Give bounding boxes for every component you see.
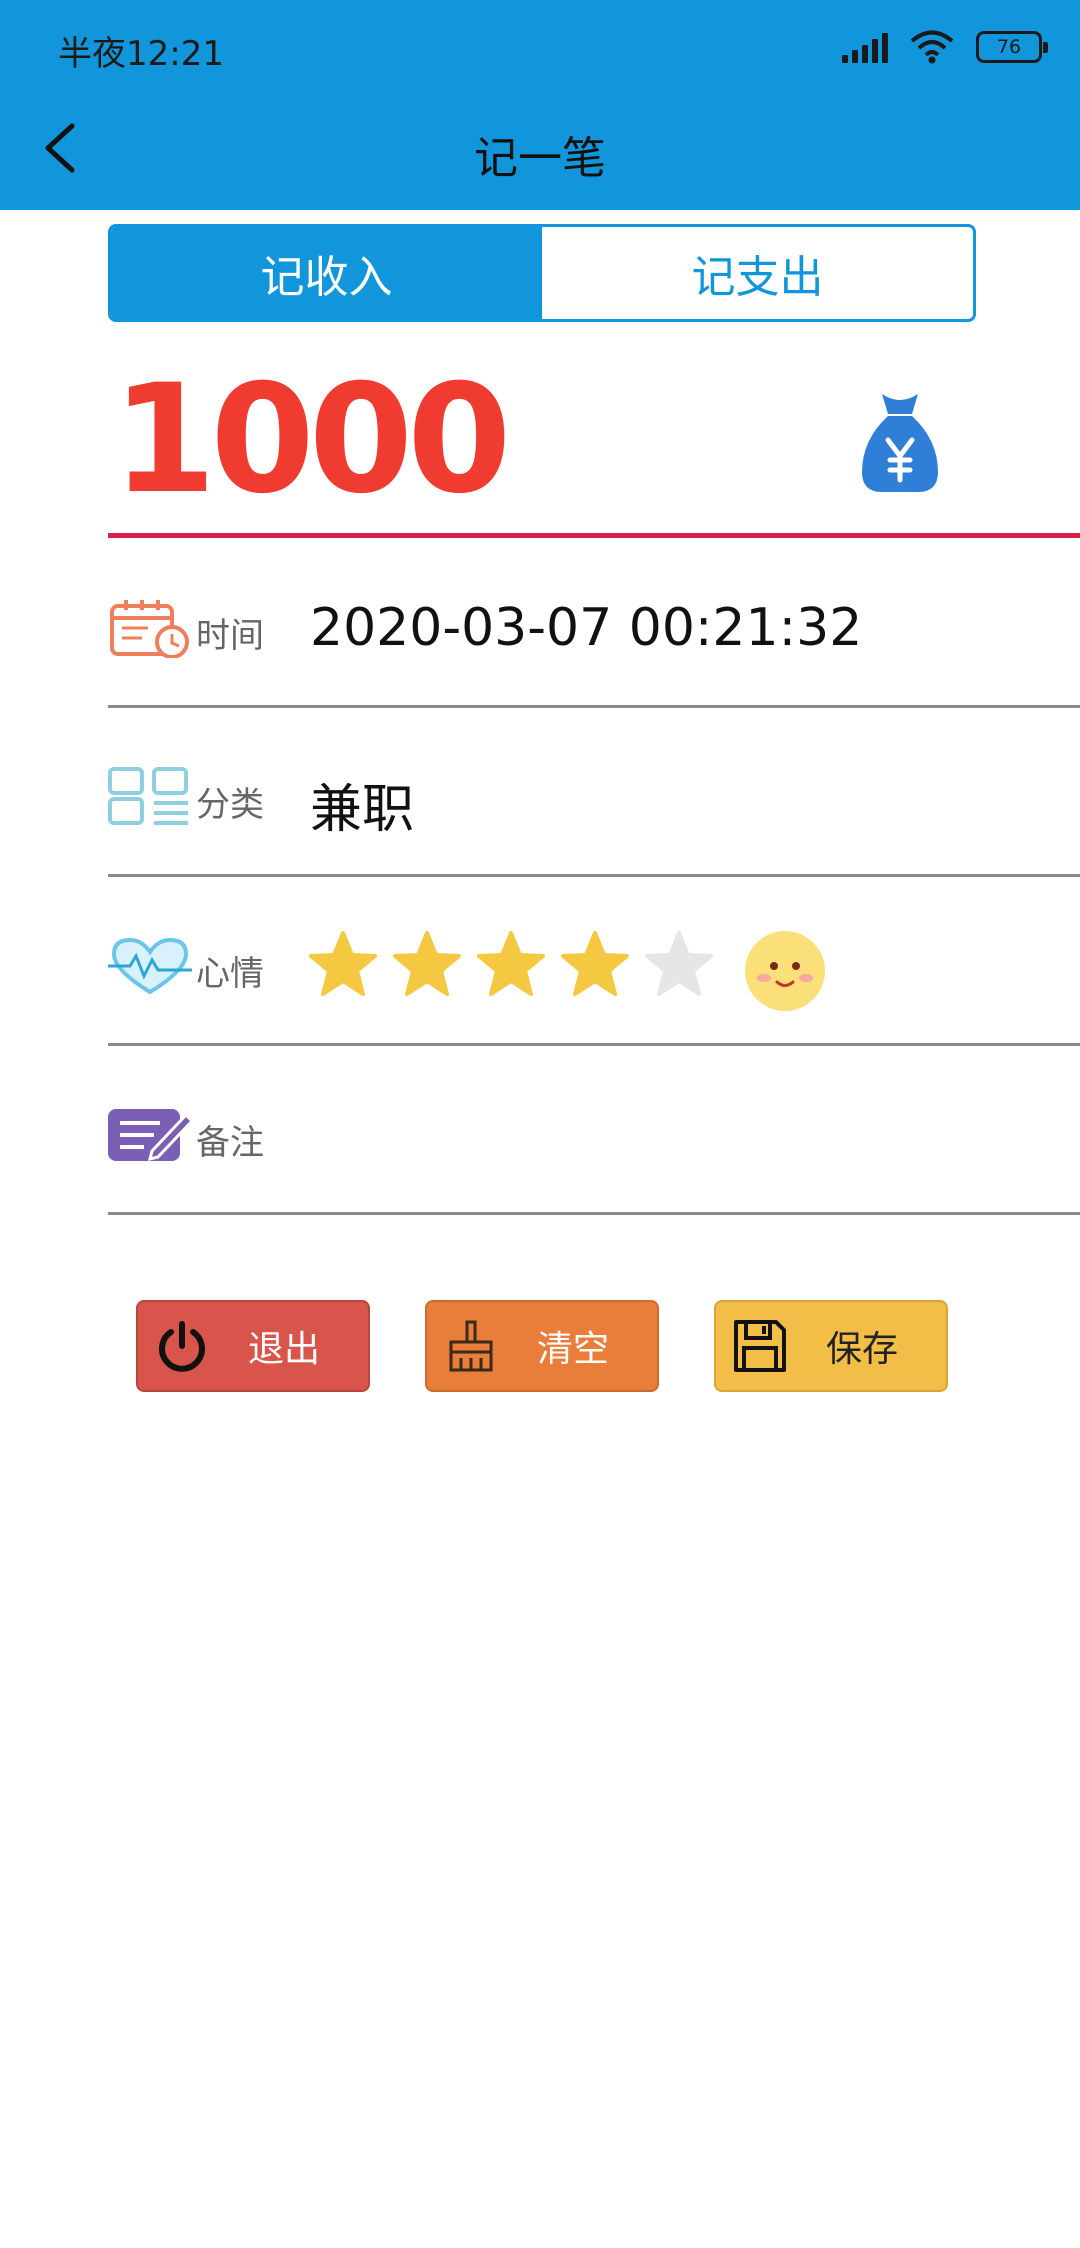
money-bag-icon xyxy=(862,394,938,492)
battery-indicator: 76 xyxy=(976,31,1048,63)
clear-button[interactable]: 清空 xyxy=(425,1300,659,1392)
star-icon[interactable] xyxy=(476,930,546,1000)
star-icon[interactable] xyxy=(560,930,630,1000)
save-button-label: 保存 xyxy=(826,1329,899,1370)
mood-rating xyxy=(308,930,714,1000)
tab-income[interactable]: 记收入 xyxy=(111,227,542,319)
signal-icon xyxy=(842,31,888,63)
time-value[interactable]: 2020-03-07 00:21:32 xyxy=(310,598,862,658)
smiley-face-icon xyxy=(745,931,825,1011)
category-grid-icon xyxy=(108,767,188,825)
mood-row: 心情 xyxy=(108,878,1080,1046)
page-title: 记一笔 xyxy=(474,133,606,184)
floppy-disk-icon xyxy=(734,1320,786,1372)
category-value[interactable]: 兼职 xyxy=(310,767,414,842)
note-label: 备注 xyxy=(196,1123,264,1163)
star-icon[interactable] xyxy=(392,930,462,1000)
calendar-clock-icon xyxy=(110,600,189,658)
exit-button[interactable]: 退出 xyxy=(136,1300,370,1392)
star-icon[interactable] xyxy=(644,930,714,1000)
status-time: 半夜12:21 xyxy=(58,34,224,74)
broom-icon xyxy=(449,1320,493,1372)
category-row[interactable]: 分类 兼职 xyxy=(108,709,1080,877)
income-expense-toggle: 记收入 记支出 xyxy=(108,224,976,322)
time-label: 时间 xyxy=(196,616,264,656)
status-icons: 76 xyxy=(842,30,1048,64)
wifi-icon xyxy=(910,30,954,64)
clear-button-label: 清空 xyxy=(537,1329,610,1370)
mood-label: 心情 xyxy=(196,954,264,994)
note-row[interactable]: 备注 xyxy=(108,1047,1080,1215)
star-icon[interactable] xyxy=(308,930,378,1000)
app-header: 半夜12:21 76 记一笔 xyxy=(0,0,1080,210)
tab-expense[interactable]: 记支出 xyxy=(542,227,973,319)
amount-input[interactable]: 1000 xyxy=(112,365,511,515)
save-button[interactable]: 保存 xyxy=(714,1300,948,1392)
time-row[interactable]: 时间 2020-03-07 00:21:32 xyxy=(108,540,1080,708)
heart-pulse-icon xyxy=(108,937,192,995)
amount-underline xyxy=(108,533,1080,538)
category-label: 分类 xyxy=(196,785,264,825)
power-icon xyxy=(159,1321,205,1372)
edit-note-icon xyxy=(108,1109,192,1162)
exit-button-label: 退出 xyxy=(248,1329,321,1370)
